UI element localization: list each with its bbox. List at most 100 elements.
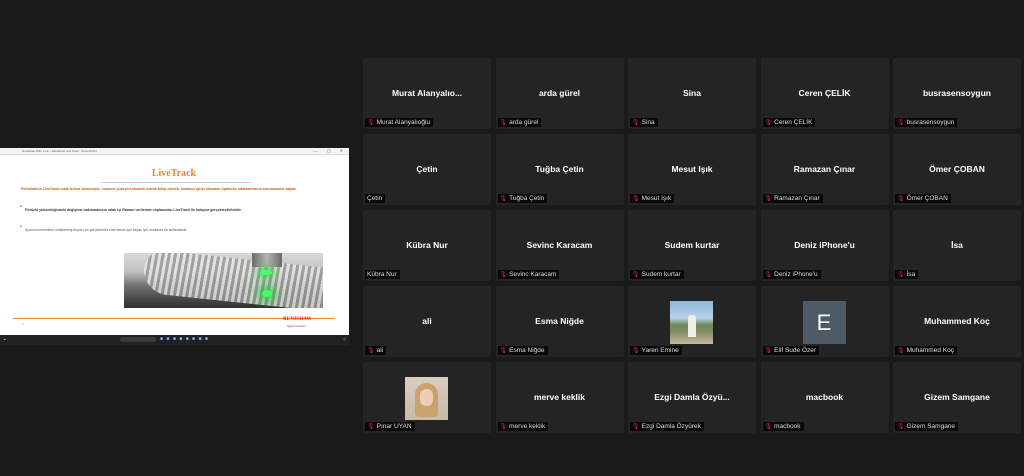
participant-name-label: 🎙 Tuğba Çetin: [497, 194, 548, 203]
participant-label-text: Kübra Nur: [367, 271, 397, 278]
participant-label-text: ali: [376, 347, 384, 354]
participant-tile[interactable]: Muhammed Koç 🎙 Muhammed Koç: [893, 286, 1021, 357]
presentation-slide: LiveTrack Renishaw'ın LiveTrack odak izl…: [13, 156, 335, 345]
participant-display-name: busrasensoygun: [922, 88, 992, 98]
participant-name-label: 🎙 ali: [365, 346, 387, 355]
participant-tile[interactable]: Sevinc Karacam 🎙 Sevinc Karacam: [495, 210, 624, 281]
participant-display-name: Mesut Işık: [671, 164, 713, 174]
window-controls-icon: — ▢ ✕: [313, 148, 347, 153]
shared-screen: Renishaw Wire Live – Renishaw LiveTrack …: [0, 148, 349, 345]
muted-mic-icon: 🎙: [764, 424, 773, 430]
participant-name-label: 🎙 macbook: [762, 422, 804, 431]
participant-label-text: merve keklik: [509, 423, 546, 430]
participant-label-text: Ceren ÇELİK: [774, 119, 813, 126]
participant-tile[interactable]: İsa 🎙 İsa: [893, 210, 1021, 281]
participant-tile[interactable]: Kübra Nur Kübra Nur: [363, 210, 491, 281]
participant-tile[interactable]: ali 🎙 ali: [363, 286, 491, 357]
participant-display-name: Çetin: [416, 164, 438, 174]
participant-name-label: 🎙 Muhammed Koç: [895, 346, 957, 355]
participant-name-label: 🎙 Ramazan Çınar: [762, 194, 823, 203]
participant-label-text: Ömer ÇOBAN: [906, 195, 948, 202]
slide-title: LiveTrack: [151, 168, 197, 179]
weather-icon: ☁: [3, 337, 6, 341]
participant-display-name: Ezgi Damla Özyü...: [654, 392, 730, 402]
participant-tile[interactable]: Ömer ÇOBAN 🎙 Ömer ÇOBAN: [893, 134, 1021, 205]
participant-tile[interactable]: Murat Alanyalıo... 🎙 Murat Alanyalıoğlu: [363, 58, 491, 129]
participant-name-label: 🎙 Murat Alanyalıoğlu: [365, 118, 434, 127]
participant-display-name: arda gürel: [538, 88, 581, 98]
participant-display-name: Ömer ÇOBAN: [929, 164, 985, 174]
participant-name-label: 🎙 Yaren Emine: [630, 346, 682, 355]
muted-mic-icon: 🎙: [367, 120, 375, 126]
participant-display-name: Muhammed Koç: [924, 316, 990, 326]
participant-tile[interactable]: merve keklik 🎙 merve keklik: [495, 362, 624, 433]
participant-name-label: 🎙 Sudem kurtar: [630, 270, 684, 279]
participant-display-name: Deniz iPhone'u: [794, 240, 855, 250]
slide-bullet-2: Ayrıca numunelerin odaklanmış beyaz ışık…: [20, 225, 315, 233]
participant-tile[interactable]: Gizem Samgane 🎙 Gizem Samgane: [893, 362, 1021, 433]
participant-name-label: 🎙 arda gürel: [497, 118, 542, 127]
participant-name-label: 🎙 merve keklik: [497, 422, 549, 431]
muted-mic-icon: 🎙: [764, 196, 773, 202]
slide-bullet-1: Pürüzlü yüksekliğindeki değişime bakılma…: [20, 205, 315, 213]
participant-video: [405, 377, 448, 420]
participant-tile[interactable]: macbook 🎙 macbook: [760, 362, 889, 433]
taskbar-search: [120, 337, 156, 342]
participant-label-text: Murat Alanyalıoğlu: [376, 119, 431, 126]
participant-tile[interactable]: arda gürel 🎙 arda gürel: [495, 58, 624, 129]
participant-tile[interactable]: Mesut Işık 🎙 Mesut Işık: [628, 134, 756, 205]
participant-name-label: 🎙 Deniz iPhone'u: [762, 270, 821, 279]
participant-tile[interactable]: Ezgi Damla Özyü... 🎙 Ezgi Damla Özyürek: [628, 362, 756, 433]
participant-label-text: Sudem kurtar: [641, 271, 681, 278]
participant-label-text: Yaren Emine: [641, 347, 679, 354]
muted-mic-icon: 🎙: [764, 348, 773, 354]
participant-tile[interactable]: Deniz iPhone'u 🎙 Deniz iPhone'u: [760, 210, 889, 281]
participant-name-label: 🎙 Esma Niğde: [497, 346, 548, 355]
muted-mic-icon: 🎙: [499, 272, 508, 278]
muted-mic-icon: 🎙: [897, 348, 905, 354]
participant-tile[interactable]: Sina 🎙 Sina: [628, 58, 756, 129]
participant-label-text: arda gürel: [509, 119, 539, 126]
muted-mic-icon: 🎙: [632, 120, 640, 126]
participant-tile[interactable]: 🎙 Yaren Emine: [628, 286, 756, 357]
participant-label-text: Ramazan Çınar: [774, 195, 820, 202]
participant-name-label: 🎙 Sina: [630, 118, 658, 127]
participant-display-name: Ramazan Çınar: [793, 164, 856, 174]
participant-label-text: Gizem Samgane: [906, 423, 956, 430]
participant-tile[interactable]: E 🎙 Elif Sude Özer: [760, 286, 889, 357]
participant-label-text: busrasensoygun: [906, 119, 955, 126]
muted-mic-icon: 🎙: [499, 120, 508, 126]
renishaw-logo-tagline: apply innovation: [287, 325, 306, 328]
avatar: E: [802, 301, 846, 344]
participant-display-name: ali: [422, 316, 432, 326]
participant-label-text: İsa: [906, 271, 916, 278]
participant-label-text: Ezgi Damla Özyürek: [641, 423, 701, 430]
muted-mic-icon: 🎙: [632, 424, 640, 430]
participant-display-name: Kübra Nur: [406, 240, 448, 250]
participant-name-label: 🎙 İsa: [895, 270, 919, 279]
muted-mic-icon: 🎙: [897, 120, 905, 126]
participant-tile[interactable]: busrasensoygun 🎙 busrasensoygun: [893, 58, 1021, 129]
muted-mic-icon: 🎙: [499, 196, 508, 202]
slide-intro-text: Renishaw'ın LiveTrack odak izleme teknol…: [21, 187, 297, 191]
participant-label-text: Pınar UYAN: [376, 423, 412, 430]
participant-tile[interactable]: 🎙 Pınar UYAN: [363, 362, 491, 433]
participant-tile[interactable]: Ceren ÇELİK 🎙 Ceren ÇELİK: [760, 58, 889, 129]
participant-tile[interactable]: Çetin Çetin: [363, 134, 491, 205]
participant-label-text: Mesut Işık: [641, 195, 672, 202]
participant-label-text: Esma Niğde: [509, 347, 545, 354]
shared-taskbar: ☁ ■ ■ ■ ■ ■ ■ ■ ■ ◷: [0, 335, 349, 345]
muted-mic-icon: 🎙: [367, 424, 375, 430]
muted-mic-icon: 🎙: [499, 424, 508, 430]
participant-tile[interactable]: Ramazan Çınar 🎙 Ramazan Çınar: [760, 134, 889, 205]
participant-tile[interactable]: Tuğba Çetin 🎙 Tuğba Çetin: [495, 134, 624, 205]
participant-tile[interactable]: Sudem kurtar 🎙 Sudem kurtar: [628, 210, 756, 281]
participant-display-name: Sevinc Karacam: [526, 240, 593, 250]
participant-display-name: macbook: [805, 392, 844, 402]
shared-window-titlebar: Renishaw Wire Live – Renishaw LiveTrack …: [0, 148, 349, 155]
shared-window-title: Renishaw Wire Live – Renishaw LiveTrack …: [22, 149, 97, 153]
participant-name-label: 🎙 Mesut Işık: [630, 194, 675, 203]
participant-display-name: merve keklik: [533, 392, 586, 402]
participant-tile[interactable]: Esma Niğde 🎙 Esma Niğde: [495, 286, 624, 357]
participant-display-name: Esma Niğde: [535, 316, 584, 326]
